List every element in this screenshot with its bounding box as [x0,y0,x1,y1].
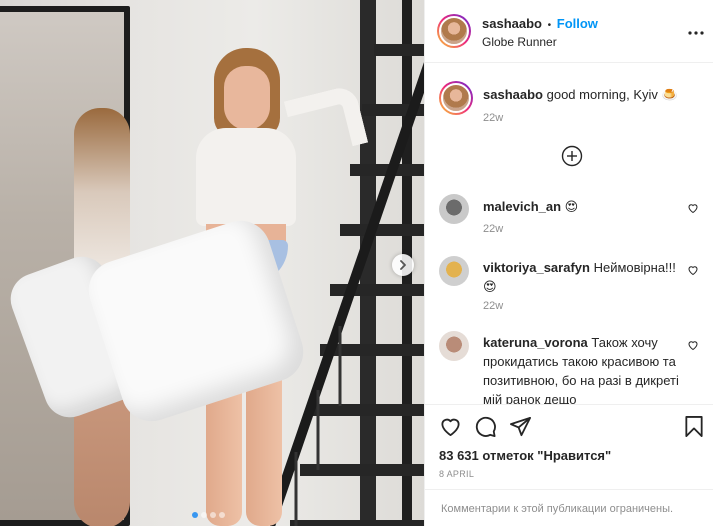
commenter-username[interactable]: malevich_an [483,199,561,214]
caption-text: good morning, Kyiv 🍮 [546,87,678,102]
caption: sashaabo good morning, Kyiv 🍮 22w [439,79,703,139]
commenter-avatar[interactable] [439,331,469,361]
comment-icon [475,416,496,437]
follow-button[interactable]: Follow [557,16,598,31]
likes-count[interactable]: 83 631 отметок "Нравится" [439,448,611,463]
separator-dot: • [547,20,552,31]
comment-item: malevich_an 😍 22w [439,194,703,254]
carousel-dots [192,512,225,518]
more-icon [688,31,704,35]
caption-username[interactable]: sashaabo [483,87,543,102]
comments-list[interactable]: sashaabo good morning, Kyiv 🍮 22w malevi… [425,63,713,404]
comment-time: 22w [483,223,504,235]
plus-circle-icon [561,145,583,167]
post-side-panel: sashaabo • Follow Globe Runner sashaabo … [424,0,713,526]
location-link[interactable]: Globe Runner [482,35,557,49]
comment-time: 22w [483,300,504,312]
heart-icon[interactable] [687,264,699,276]
post-date[interactable]: 8 APRIL [439,469,474,479]
load-more-comments-button[interactable] [561,145,583,170]
commenter-username[interactable]: kateruna_vorona [483,335,588,350]
like-button[interactable] [439,415,462,441]
comments-restricted-notice: Комментарии к этой публикации ограничены… [425,489,713,526]
carousel-dot [219,512,225,518]
person-face [224,66,270,130]
more-options-button[interactable] [688,22,704,40]
carousel-dot [210,512,216,518]
commenter-username[interactable]: viktoriya_sarafyn [483,260,590,275]
heart-icon[interactable] [687,202,699,214]
carousel-dot [192,512,198,518]
share-icon [510,416,531,437]
save-button[interactable] [684,415,704,441]
share-button[interactable] [509,415,532,441]
post-header: sashaabo • Follow Globe Runner [425,0,713,63]
heart-icon[interactable] [687,339,699,351]
comment-button[interactable] [474,415,497,441]
bookmark-icon [685,416,703,437]
person-top [196,128,296,226]
chevron-right-icon [400,260,406,270]
carousel-dot [201,512,207,518]
commenter-avatar[interactable] [439,256,469,286]
comment-item: viktoriya_sarafyn Неймовірна!!! 😍 22w [439,256,703,326]
post-photo[interactable] [0,0,424,526]
commenter-avatar[interactable] [439,194,469,224]
caption-time: 22w [483,112,504,124]
author-username[interactable]: sashaabo [482,16,542,31]
next-image-button[interactable] [392,254,414,276]
comment-item: kateruna_vorona Також хочу прокидатись т… [439,331,703,404]
author-avatar[interactable] [437,14,471,48]
comment-text: 😍 [564,199,579,214]
caption-avatar[interactable] [439,81,473,115]
post-actions: 83 631 отметок "Нравится" 8 APRIL Коммен… [425,404,713,526]
heart-icon [441,418,460,437]
